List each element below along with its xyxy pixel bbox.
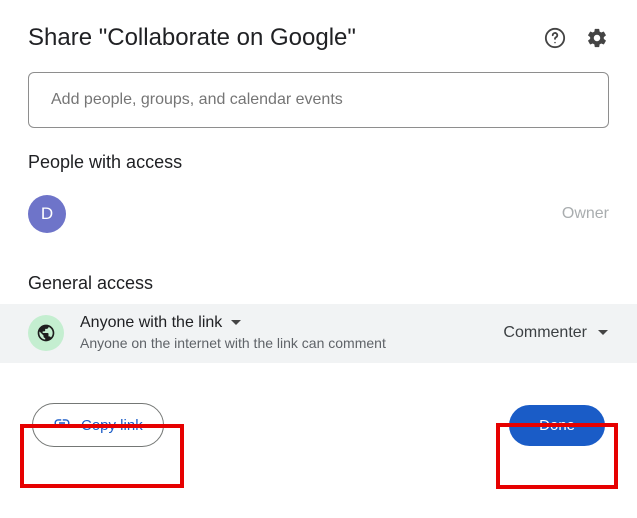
access-description: Anyone on the internet with the link can… xyxy=(80,335,503,351)
gear-icon[interactable] xyxy=(585,26,609,50)
globe-icon xyxy=(28,315,64,351)
dialog-footer: Copy link Done xyxy=(28,403,609,447)
avatar: D xyxy=(28,195,66,233)
copy-link-label: Copy link xyxy=(81,417,143,434)
general-access-row: Anyone with the link Anyone on the inter… xyxy=(0,304,637,363)
dialog-title: Share "Collaborate on Google" xyxy=(28,24,356,52)
share-dialog: Share "Collaborate on Google" People wit… xyxy=(0,0,637,467)
people-heading: People with access xyxy=(28,152,609,173)
owner-role-label: Owner xyxy=(562,205,609,223)
dialog-header: Share "Collaborate on Google" xyxy=(28,24,609,52)
help-icon[interactable] xyxy=(543,26,567,50)
done-button[interactable]: Done xyxy=(509,405,605,446)
role-dropdown[interactable]: Commenter xyxy=(503,324,609,342)
people-section: People with access D Owner xyxy=(28,152,609,233)
access-scope-label: Anyone with the link xyxy=(80,314,222,332)
add-people-input[interactable] xyxy=(28,72,609,128)
person-row: D Owner xyxy=(28,195,609,233)
copy-link-button[interactable]: Copy link xyxy=(32,403,164,447)
role-label: Commenter xyxy=(503,324,587,342)
chevron-down-icon xyxy=(597,329,609,337)
access-scope-dropdown[interactable]: Anyone with the link xyxy=(80,314,503,332)
link-icon xyxy=(53,414,71,436)
header-actions xyxy=(543,26,609,50)
access-text-block: Anyone with the link Anyone on the inter… xyxy=(80,314,503,351)
chevron-down-icon xyxy=(230,319,242,327)
general-access-heading: General access xyxy=(28,273,609,294)
general-access-section: General access Anyone with the link Anyo… xyxy=(28,273,609,363)
